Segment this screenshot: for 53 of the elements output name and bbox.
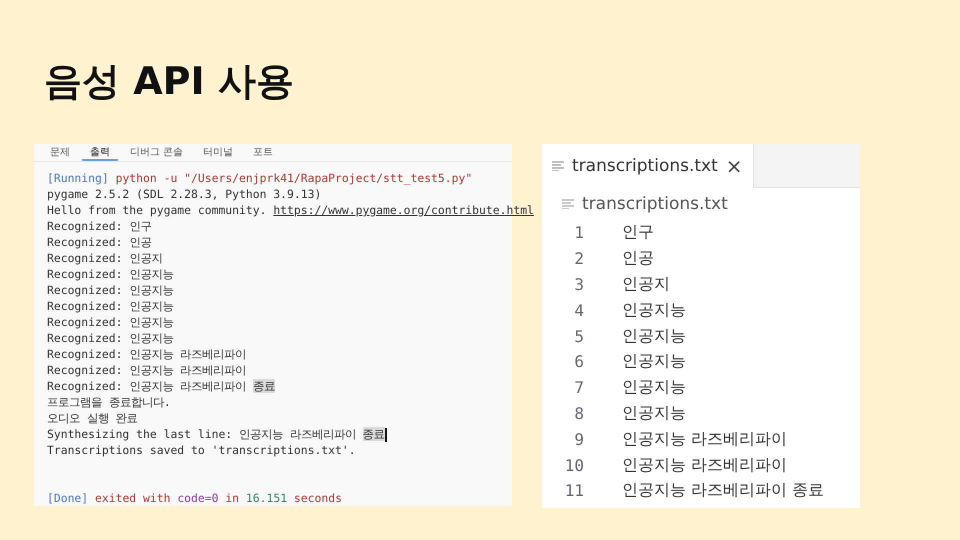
line-number: 9 [573,430,584,449]
code-line: 인공지능 [622,402,686,424]
code-line: 인공지능 라즈베리파이 종료 [622,480,824,502]
panel-tab[interactable]: 문제 [42,144,78,161]
console-line: Transcriptions saved to 'transcriptions.txt'. [47,442,356,458]
panel-tab[interactable]: 디버그 콘솔 [122,144,192,161]
slide-title: 음성 API 사용 [44,58,295,105]
panel-tab[interactable]: 터미널 [195,144,242,161]
console-line: Recognized: 인공지능 라즈베리파이 종료 [47,378,276,394]
console-line: Recognized: 인공지 [47,250,162,266]
console-line: Recognized: 인공지능 라즈베리파이 [47,362,246,378]
text-file-icon [552,161,564,171]
panel-tab[interactable]: 포트 [245,144,282,161]
line-number: 6 [573,352,584,372]
line-number: 4 [573,300,584,320]
console-line: Recognized: 인공지능 [47,282,174,298]
code-line: 인공지 [622,274,670,295]
console-line: Hello from the pygame community. https://www.pygame.org/contribute.html [47,202,534,218]
console-line: Recognized: 인공지능 [47,330,174,346]
code-line: 인공지능 [622,326,686,347]
text-file-icon [562,199,574,209]
console-line: Recognized: 인공 [47,234,152,250]
console-line: Recognized: 인공지능 [47,314,174,330]
console-line: Synthesizing the last line: 인공지능 라즈베리파이 종료 [47,426,387,442]
line-number: 11 [564,481,584,500]
console-line: Recognized: 인공지능 라즈베리파이 [47,346,246,362]
line-number: 10 [564,456,584,475]
console-line: [Done] exited with code=0 in 16.151 seconds [47,490,342,506]
link[interactable]: https://www.pygame.org/contribute.html [273,203,534,217]
code-line: 인공지능 라즈베리파이 [622,454,788,476]
code-line: 인공지능 [622,351,686,372]
code-line: 인공 [622,248,654,270]
console-line: pygame 2.5.2 (SDL 2.28.3, Python 3.9.13) [47,186,322,202]
console-line: Recognized: 인구 [47,218,152,234]
console-line: Recognized: 인공지능 [47,266,174,282]
code-line: 인공지능 [622,377,686,398]
console-line: 오디오 실행 완료 [47,410,138,426]
line-number: 7 [573,378,584,398]
console-line: [Running] python -u "/Users/enjprk41/RapaProject/stt_test5.py" [47,170,472,186]
line-number: 3 [573,274,584,294]
code-line: 인공지능 [622,300,686,321]
code-line: 인구 [622,222,654,244]
breadcrumb[interactable]: transcriptions.txt [582,194,728,214]
panel-tab[interactable]: 출력 [82,144,118,161]
file-tab-label: transcriptions.txt [572,156,718,176]
code-line: 인공지능 라즈베리파이 [622,428,788,450]
console-line: 프로그램을 종료합니다. [47,394,171,410]
line-number: 8 [573,404,584,423]
close-icon[interactable]: × [726,154,743,178]
line-number: 2 [573,249,584,268]
line-number: 5 [573,326,584,346]
line-number: 1 [573,223,584,242]
console-line: Recognized: 인공지능 [47,298,174,314]
